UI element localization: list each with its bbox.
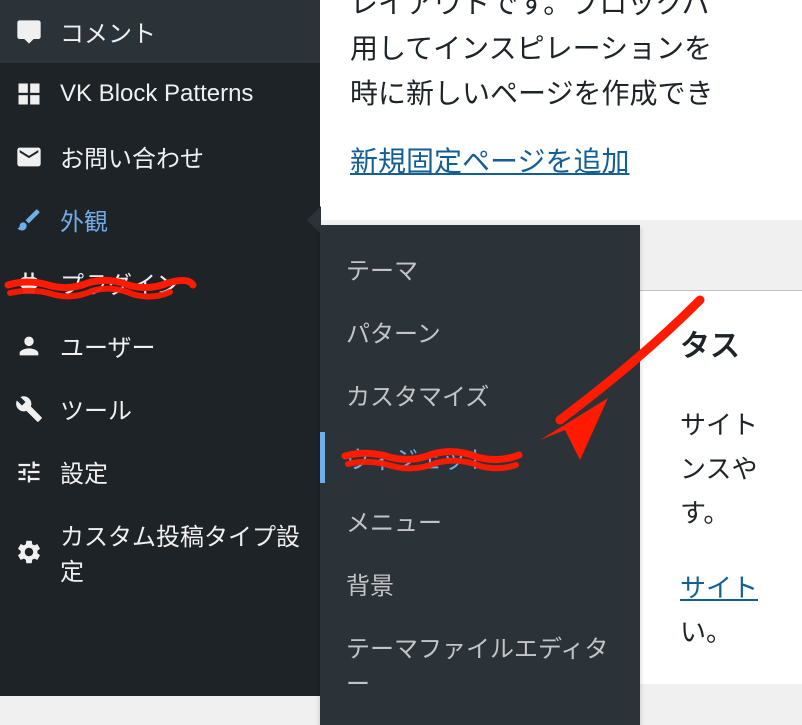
sidebar-item-contact[interactable]: お問い合わせ (0, 125, 320, 188)
gear-icon (12, 535, 46, 569)
status-body: サイト ンスや す。 サイト い。 (680, 403, 802, 654)
sidebar-item-label: 設定 (60, 454, 108, 489)
sidebar-item-label: お問い合わせ (60, 139, 204, 174)
content-paragraph: レイアウトです。ブロックパ 用してインスピレーションを 時に新しいページを作成で… (350, 0, 772, 116)
sidebar-item-plugins[interactable]: プラグイン (0, 251, 320, 314)
brush-icon (12, 203, 46, 237)
submenu-item-menus[interactable]: メニュー (320, 489, 640, 552)
user-icon (12, 329, 46, 363)
sidebar-item-cpt-settings[interactable]: カスタム投稿タイプ設定 (0, 503, 320, 601)
sidebar-item-appearance[interactable]: 外観 (0, 188, 320, 251)
submenu-item-themes[interactable]: テーマ (320, 237, 640, 300)
status-heading: タス (680, 321, 802, 365)
sidebar-item-label: プラグイン (60, 265, 180, 300)
submenu-item-theme-editor[interactable]: テーマファイルエディター (320, 615, 640, 713)
sliders-icon (12, 455, 46, 489)
grid-icon (12, 77, 46, 111)
sidebar-item-users[interactable]: ユーザー (0, 314, 320, 377)
sidebar-item-label: ユーザー (60, 328, 156, 363)
status-panel: タス サイト ンスや す。 サイト い。 (640, 290, 802, 684)
submenu-item-widgets[interactable]: ウィジェット (320, 426, 640, 489)
sidebar-item-settings[interactable]: 設定 (0, 440, 320, 503)
plug-icon (12, 266, 46, 300)
sidebar-item-label: カスタム投稿タイプ設定 (60, 517, 308, 587)
sidebar-item-comments[interactable]: コメント (0, 0, 320, 63)
sidebar-item-label: VK Block Patterns (60, 80, 253, 108)
submenu-item-patterns[interactable]: パターン (320, 300, 640, 363)
sidebar-item-tools[interactable]: ツール (0, 377, 320, 440)
sidebar-item-vk-block-patterns[interactable]: VK Block Patterns (0, 63, 320, 125)
sidebar-item-label: 外観 (60, 202, 108, 237)
submenu-item-customize[interactable]: カスタマイズ (320, 363, 640, 426)
appearance-submenu: テーマ パターン カスタマイズ ウィジェット メニュー 背景 テーマファイルエデ… (320, 225, 640, 725)
submenu-item-background[interactable]: 背景 (320, 552, 640, 615)
sidebar-item-label: ツール (60, 391, 132, 426)
wrench-icon (12, 392, 46, 426)
status-link[interactable]: サイト (680, 573, 758, 603)
mail-icon (12, 140, 46, 174)
add-new-page-link[interactable]: 新規固定ページを追加 (350, 140, 629, 180)
content-area: レイアウトです。ブロックパ 用してインスピレーションを 時に新しいページを作成で… (320, 0, 802, 220)
sidebar-item-label: コメント (60, 14, 156, 49)
comment-icon (12, 15, 46, 49)
